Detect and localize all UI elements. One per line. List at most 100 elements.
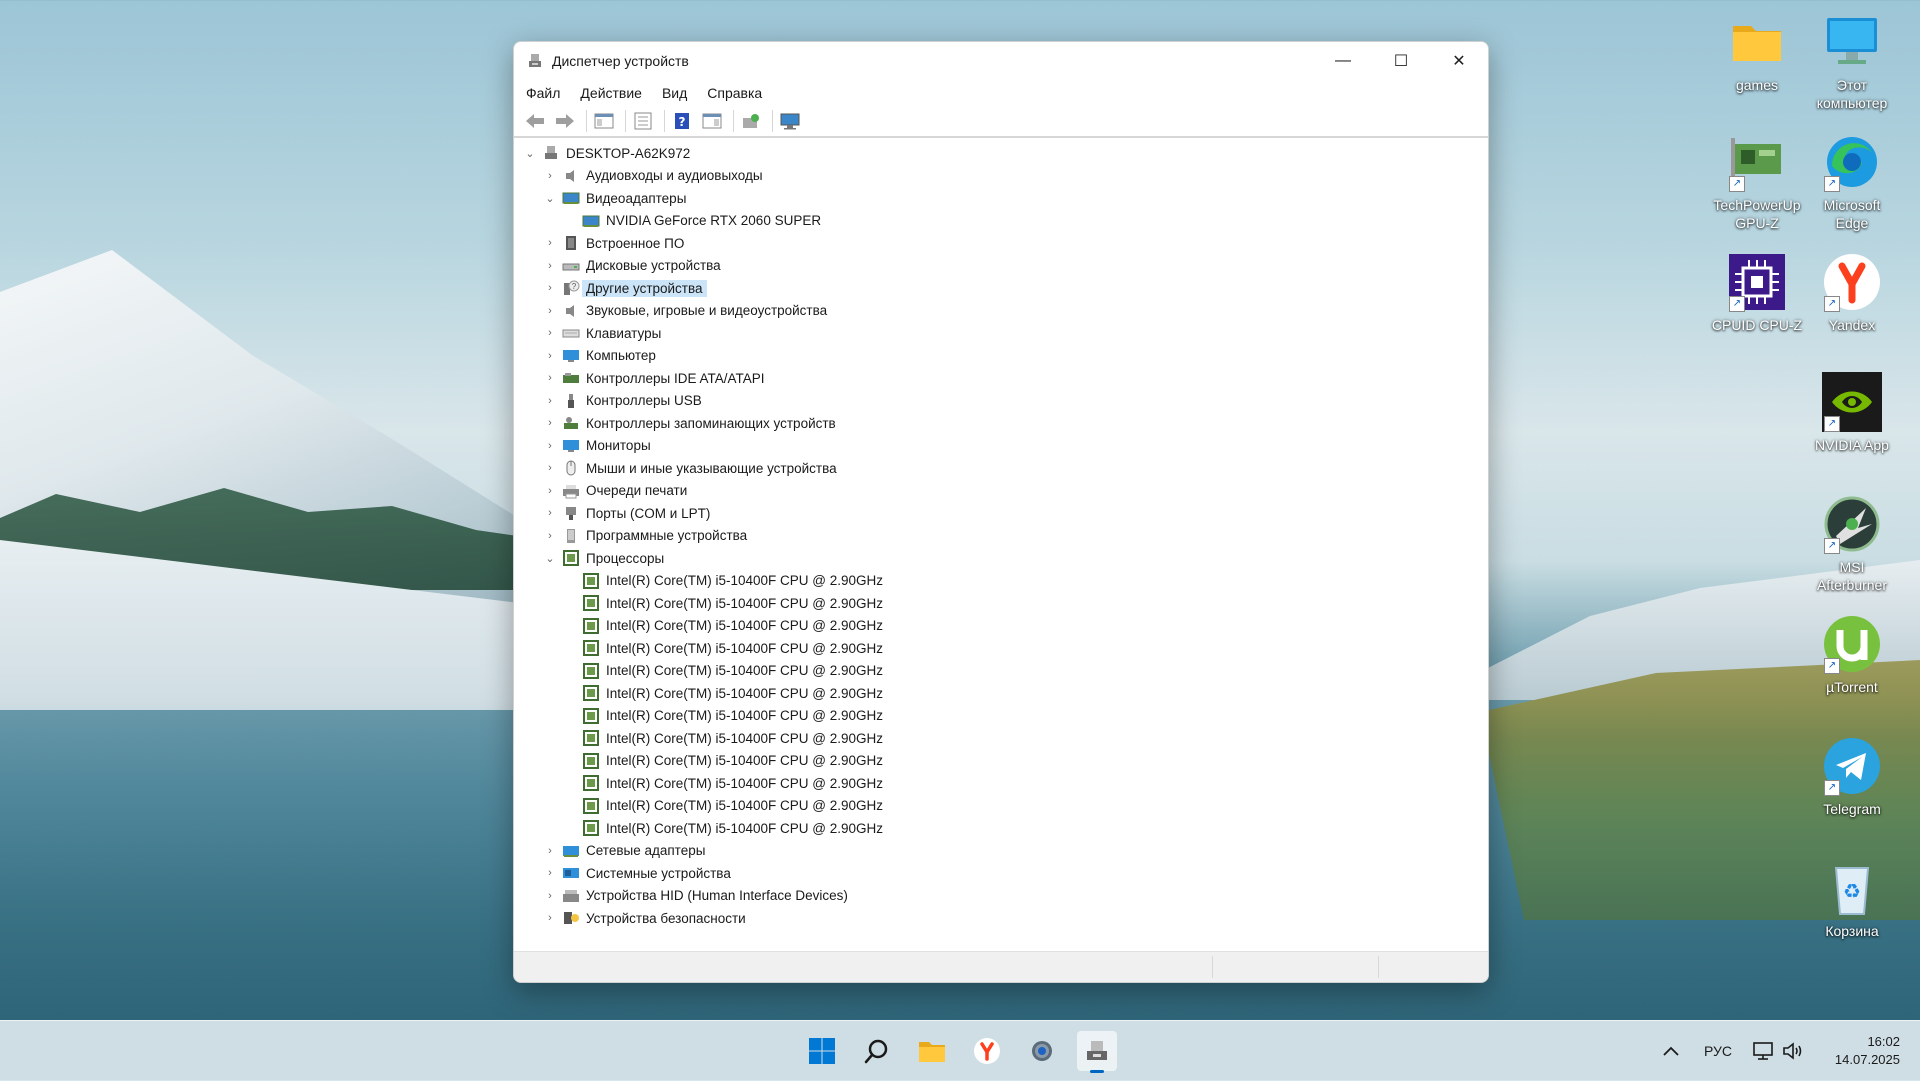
taskbar-settings[interactable] bbox=[1022, 1031, 1062, 1071]
chevron-right-icon[interactable]: › bbox=[544, 260, 556, 272]
tree-child-item[interactable]: Intel(R) Core(TM) i5-10400F CPU @ 2.90GH… bbox=[514, 682, 1488, 705]
chevron-right-icon[interactable]: › bbox=[544, 327, 556, 339]
tree-category-item[interactable]: › Программные устройства bbox=[514, 525, 1488, 548]
chevron-right-icon[interactable]: › bbox=[544, 912, 556, 924]
desktop-icon-nvidia[interactable]: ↗ NVIDIA App bbox=[1802, 372, 1902, 454]
tree-category-item[interactable]: › Контроллеры IDE ATA/ATAPI bbox=[514, 367, 1488, 390]
volume-button[interactable] bbox=[1782, 1021, 1804, 1081]
tree-child-item[interactable]: NVIDIA GeForce RTX 2060 SUPER bbox=[514, 210, 1488, 233]
chevron-right-icon[interactable]: › bbox=[544, 237, 556, 249]
update-driver-button[interactable] bbox=[738, 109, 764, 133]
taskbar-search-button[interactable] bbox=[857, 1031, 897, 1071]
tree-child-item[interactable]: Intel(R) Core(TM) i5-10400F CPU @ 2.90GH… bbox=[514, 705, 1488, 728]
tree-category-item[interactable]: ›? Другие устройства bbox=[514, 277, 1488, 300]
chevron-down-icon[interactable]: ⌄ bbox=[544, 552, 556, 565]
device-tree[interactable]: ⌄ DESKTOP-A62K972 › Аудиовходы и аудиовых… bbox=[514, 138, 1488, 943]
show-hide-console-tree-button[interactable] bbox=[591, 109, 617, 133]
chevron-right-icon[interactable]: › bbox=[544, 890, 556, 902]
tree-category-item[interactable]: ⌄ Процессоры bbox=[514, 547, 1488, 570]
tree-child-item[interactable]: Intel(R) Core(TM) i5-10400F CPU @ 2.90GH… bbox=[514, 660, 1488, 683]
title-bar[interactable]: Диспетчер устройств — ☐ ✕ bbox=[514, 42, 1488, 80]
chevron-right-icon[interactable]: › bbox=[544, 395, 556, 407]
tree-root[interactable]: ⌄ DESKTOP-A62K972 bbox=[514, 142, 1488, 165]
tree-category-item[interactable]: › Мониторы bbox=[514, 435, 1488, 458]
tree-child-item[interactable]: Intel(R) Core(TM) i5-10400F CPU @ 2.90GH… bbox=[514, 637, 1488, 660]
display-adapter-icon bbox=[582, 215, 600, 227]
desktop-icon-edge[interactable]: ↗ Microsoft Edge bbox=[1802, 132, 1902, 232]
tree-category-item[interactable]: › Дисковые устройства bbox=[514, 255, 1488, 278]
tree-child-item[interactable]: Intel(R) Core(TM) i5-10400F CPU @ 2.90GH… bbox=[514, 570, 1488, 593]
taskbar-file-explorer[interactable] bbox=[912, 1031, 952, 1071]
network-button[interactable] bbox=[1752, 1021, 1776, 1081]
tree-category-item[interactable]: › Аудиовходы и аудиовыходы bbox=[514, 165, 1488, 188]
shortcut-arrow-icon: ↗ bbox=[1824, 416, 1840, 432]
desktop-icon-games[interactable]: games bbox=[1707, 12, 1807, 94]
clock[interactable]: 16:02 14.07.2025 bbox=[1835, 1033, 1900, 1069]
tree-category-item[interactable]: › Встроенное ПО bbox=[514, 232, 1488, 255]
tree-category-item[interactable]: › Очереди печати bbox=[514, 480, 1488, 503]
tree-category-item[interactable]: › Устройства безопасности bbox=[514, 907, 1488, 930]
chevron-right-icon[interactable]: › bbox=[544, 170, 556, 182]
chevron-right-icon[interactable]: › bbox=[544, 845, 556, 857]
chevron-right-icon[interactable]: › bbox=[544, 417, 556, 429]
chevron-right-icon[interactable]: › bbox=[544, 507, 556, 519]
chevron-right-icon[interactable]: › bbox=[544, 440, 556, 452]
desktop-icon-cpuz[interactable]: ↗ CPUID CPU-Z bbox=[1707, 252, 1807, 334]
back-button[interactable] bbox=[522, 109, 548, 133]
tree-category-item[interactable]: › Порты (COM и LPT) bbox=[514, 502, 1488, 525]
tree-category-item[interactable]: › Мыши и иные указывающие устройства bbox=[514, 457, 1488, 480]
tree-child-item[interactable]: Intel(R) Core(TM) i5-10400F CPU @ 2.90GH… bbox=[514, 772, 1488, 795]
desktop-icon-utorrent[interactable]: ↗ µTorrent bbox=[1802, 614, 1902, 696]
scan-hardware-button[interactable] bbox=[777, 109, 803, 133]
start-button[interactable] bbox=[802, 1031, 842, 1071]
minimize-button[interactable]: — bbox=[1314, 42, 1372, 80]
menu-view[interactable]: Вид bbox=[662, 85, 687, 101]
desktop-icon-gpuz[interactable]: ↗ TechPowerUp GPU-Z bbox=[1707, 132, 1807, 232]
chevron-down-icon[interactable]: ⌄ bbox=[524, 147, 536, 160]
chevron-right-icon[interactable]: › bbox=[544, 350, 556, 362]
tree-category-item[interactable]: › Контроллеры запоминающих устройств bbox=[514, 412, 1488, 435]
close-button[interactable]: ✕ bbox=[1430, 42, 1488, 80]
chevron-right-icon[interactable]: › bbox=[544, 372, 556, 384]
desktop-icon-telegram[interactable]: ↗ Telegram bbox=[1802, 736, 1902, 818]
tree-child-item[interactable]: Intel(R) Core(TM) i5-10400F CPU @ 2.90GH… bbox=[514, 817, 1488, 840]
tree-child-item[interactable]: Intel(R) Core(TM) i5-10400F CPU @ 2.90GH… bbox=[514, 750, 1488, 773]
help-button[interactable]: ? bbox=[669, 109, 695, 133]
taskbar-device-manager[interactable] bbox=[1077, 1031, 1117, 1073]
tree-category-item[interactable]: › Клавиатуры bbox=[514, 322, 1488, 345]
desktop-icon-recycle-bin[interactable]: ♻ Корзина bbox=[1802, 858, 1902, 940]
desktop-icon-yandex[interactable]: ↗ Yandex bbox=[1802, 252, 1902, 334]
desktop-icon-label: NVIDIA App bbox=[1815, 437, 1889, 453]
tree-category-item[interactable]: › Звуковые, игровые и видеоустройства bbox=[514, 300, 1488, 323]
maximize-button[interactable]: ☐ bbox=[1372, 42, 1430, 80]
chevron-right-icon[interactable]: › bbox=[544, 282, 556, 294]
processor-icon bbox=[583, 820, 599, 837]
tree-category-item[interactable]: › Компьютер bbox=[514, 345, 1488, 368]
tree-child-item[interactable]: Intel(R) Core(TM) i5-10400F CPU @ 2.90GH… bbox=[514, 592, 1488, 615]
chevron-right-icon[interactable]: › bbox=[544, 530, 556, 542]
menu-action[interactable]: Действие bbox=[580, 85, 642, 101]
menu-help[interactable]: Справка bbox=[707, 85, 762, 101]
properties-button[interactable] bbox=[630, 109, 656, 133]
tree-child-item[interactable]: Intel(R) Core(TM) i5-10400F CPU @ 2.90GH… bbox=[514, 795, 1488, 818]
menu-file[interactable]: Файл bbox=[526, 85, 560, 101]
action-pane-button[interactable] bbox=[699, 109, 725, 133]
chevron-down-icon[interactable]: ⌄ bbox=[544, 192, 556, 205]
language-indicator[interactable]: РУС bbox=[1704, 1021, 1732, 1081]
chevron-right-icon[interactable]: › bbox=[544, 867, 556, 879]
tree-child-item[interactable]: Intel(R) Core(TM) i5-10400F CPU @ 2.90GH… bbox=[514, 727, 1488, 750]
desktop-icon-afterburner[interactable]: ↗ MSI Afterburner bbox=[1802, 494, 1902, 594]
tree-category-item[interactable]: › Устройства HID (Human Interface Devices… bbox=[514, 885, 1488, 908]
tree-category-item[interactable]: ⌄ Видеоадаптеры bbox=[514, 187, 1488, 210]
show-hidden-icons-button[interactable] bbox=[1662, 1021, 1680, 1081]
chevron-right-icon[interactable]: › bbox=[544, 305, 556, 317]
tree-category-item[interactable]: › Сетевые адаптеры bbox=[514, 840, 1488, 863]
forward-button[interactable] bbox=[552, 109, 578, 133]
chevron-right-icon[interactable]: › bbox=[544, 485, 556, 497]
chevron-right-icon[interactable]: › bbox=[544, 462, 556, 474]
tree-child-item[interactable]: Intel(R) Core(TM) i5-10400F CPU @ 2.90GH… bbox=[514, 615, 1488, 638]
tree-category-item[interactable]: › Системные устройства bbox=[514, 862, 1488, 885]
tree-category-item[interactable]: › Контроллеры USB bbox=[514, 390, 1488, 413]
desktop-icon-this-pc[interactable]: Этот компьютер bbox=[1802, 12, 1902, 112]
taskbar-yandex-browser[interactable] bbox=[967, 1031, 1007, 1071]
